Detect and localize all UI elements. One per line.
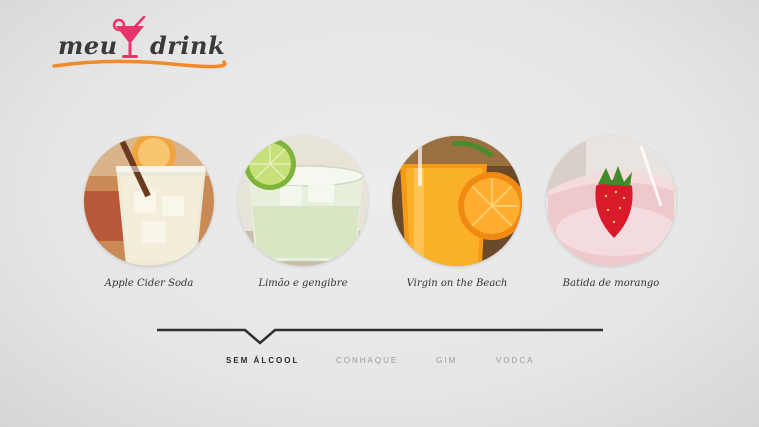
drink-item-apple-cider-soda[interactable]: Apple Cider Soda <box>84 136 214 289</box>
drink-photo[interactable] <box>392 136 522 266</box>
drink-item-limao-e-gengibre[interactable]: Limão e gengibre <box>238 136 368 289</box>
tab-gim[interactable]: GIM <box>436 356 457 365</box>
drink-name[interactable]: Batida de morango <box>546 278 676 289</box>
tab-conhaque[interactable]: CONHAQUE <box>336 356 398 365</box>
tab-vodca[interactable]: VODCA <box>496 356 534 365</box>
logo-swoosh <box>52 59 227 69</box>
drink-photo[interactable] <box>546 136 676 266</box>
app-logo: meu drink <box>52 14 227 74</box>
category-tabs: SEM ÁLCOOL CONHAQUE GIM VODCA <box>0 356 759 370</box>
tab-sem-alcool[interactable]: SEM ÁLCOOL <box>226 356 299 365</box>
drink-photo[interactable] <box>84 136 214 266</box>
drink-item-virgin-on-the-beach[interactable]: Virgin on the Beach <box>392 136 522 289</box>
drink-photo[interactable] <box>238 136 368 266</box>
drink-name[interactable]: Limão e gengibre <box>238 278 368 289</box>
drink-item-batida-de-morango[interactable]: Batida de morango <box>546 136 676 289</box>
drink-name[interactable]: Apple Cider Soda <box>84 278 214 289</box>
category-indicator-line <box>157 328 603 345</box>
drink-name[interactable]: Virgin on the Beach <box>392 278 522 289</box>
